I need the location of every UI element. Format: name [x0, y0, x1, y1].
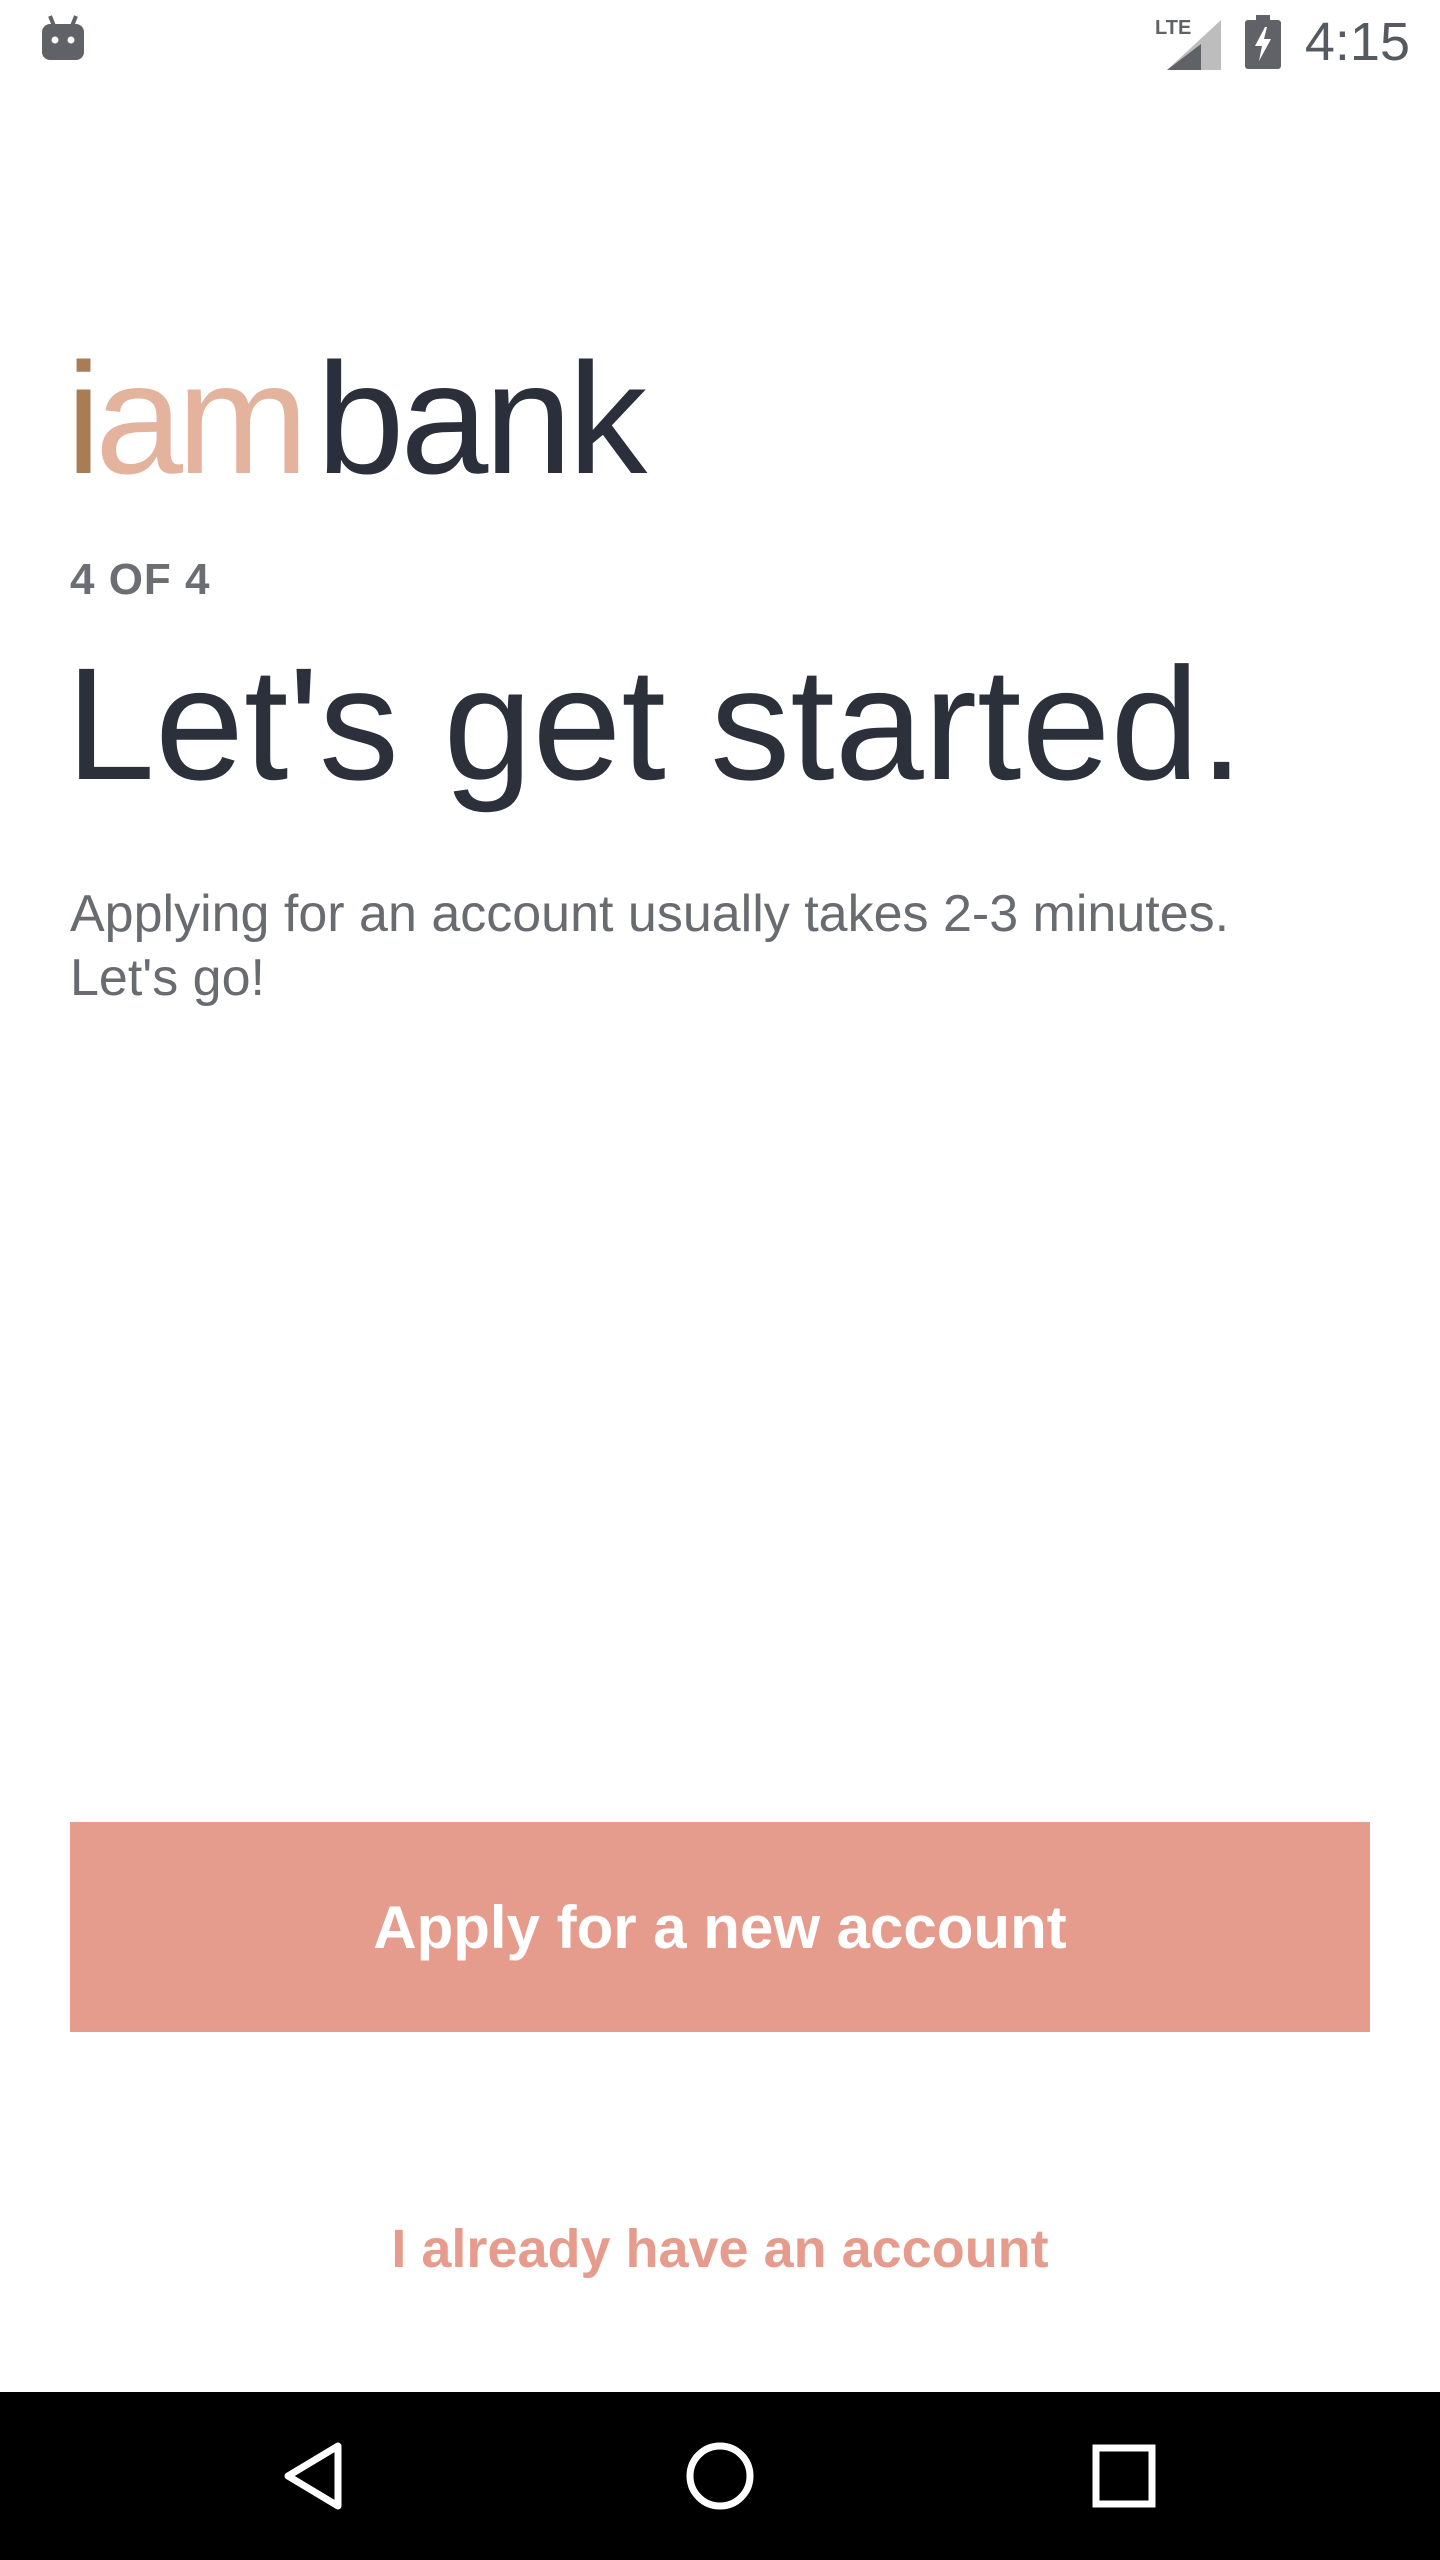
network-type-label: LTE — [1155, 17, 1191, 39]
system-nav-bar — [0, 2392, 1440, 2560]
status-icons: LTE 4:15 — [1155, 10, 1410, 74]
signal-icon: LTE — [1155, 17, 1221, 70]
description-line-2: Let's go! — [70, 949, 265, 1007]
iambank-logo: iambank — [66, 340, 647, 498]
status-time: 4:15 — [1304, 12, 1410, 72]
apply-new-account-button[interactable]: Apply for a new account — [70, 1822, 1370, 2032]
page-title: Let's get started. — [66, 634, 1244, 813]
logo-part-am: am — [95, 331, 308, 507]
logo-part-bank: bank — [316, 331, 648, 507]
home-circle-icon[interactable] — [680, 2436, 760, 2516]
back-triangle-icon[interactable] — [276, 2436, 356, 2516]
step-indicator: 4 OF 4 — [70, 555, 211, 604]
description-line-1: Applying for an account usually takes 2-… — [70, 885, 1230, 943]
logo-part-i: i — [66, 331, 101, 507]
recents-square-icon[interactable] — [1084, 2436, 1164, 2516]
page-description: Applying for an account usually takes 2-… — [70, 882, 1370, 1010]
status-bar: LTE 4:15 — [0, 0, 1440, 84]
battery-charging-icon — [1244, 15, 1281, 69]
existing-account-link[interactable]: I already have an account — [0, 2218, 1440, 2280]
android-robot-icon — [42, 15, 84, 60]
